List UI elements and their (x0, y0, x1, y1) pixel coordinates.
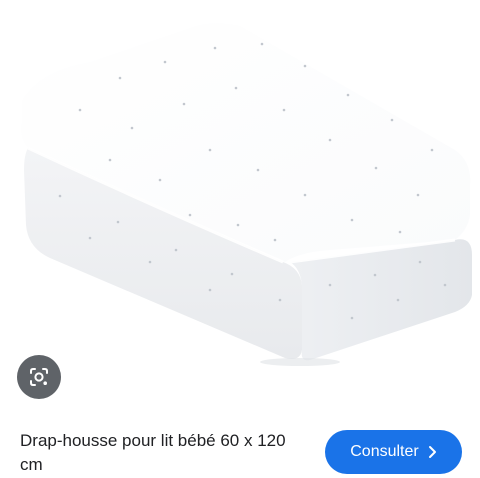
consult-button-label: Consulter (350, 443, 419, 460)
visual-search-button[interactable] (17, 355, 61, 399)
product-card: Drap-housse pour lit bébé 60 x 120 cm Co… (0, 0, 480, 478)
product-title[interactable]: Drap-housse pour lit bébé 60 x 120 cm (20, 429, 305, 477)
product-image[interactable] (0, 0, 480, 410)
camera-lens-icon (30, 368, 48, 386)
consult-button[interactable]: Consulter (325, 430, 462, 474)
chevron-right-icon (427, 445, 437, 459)
